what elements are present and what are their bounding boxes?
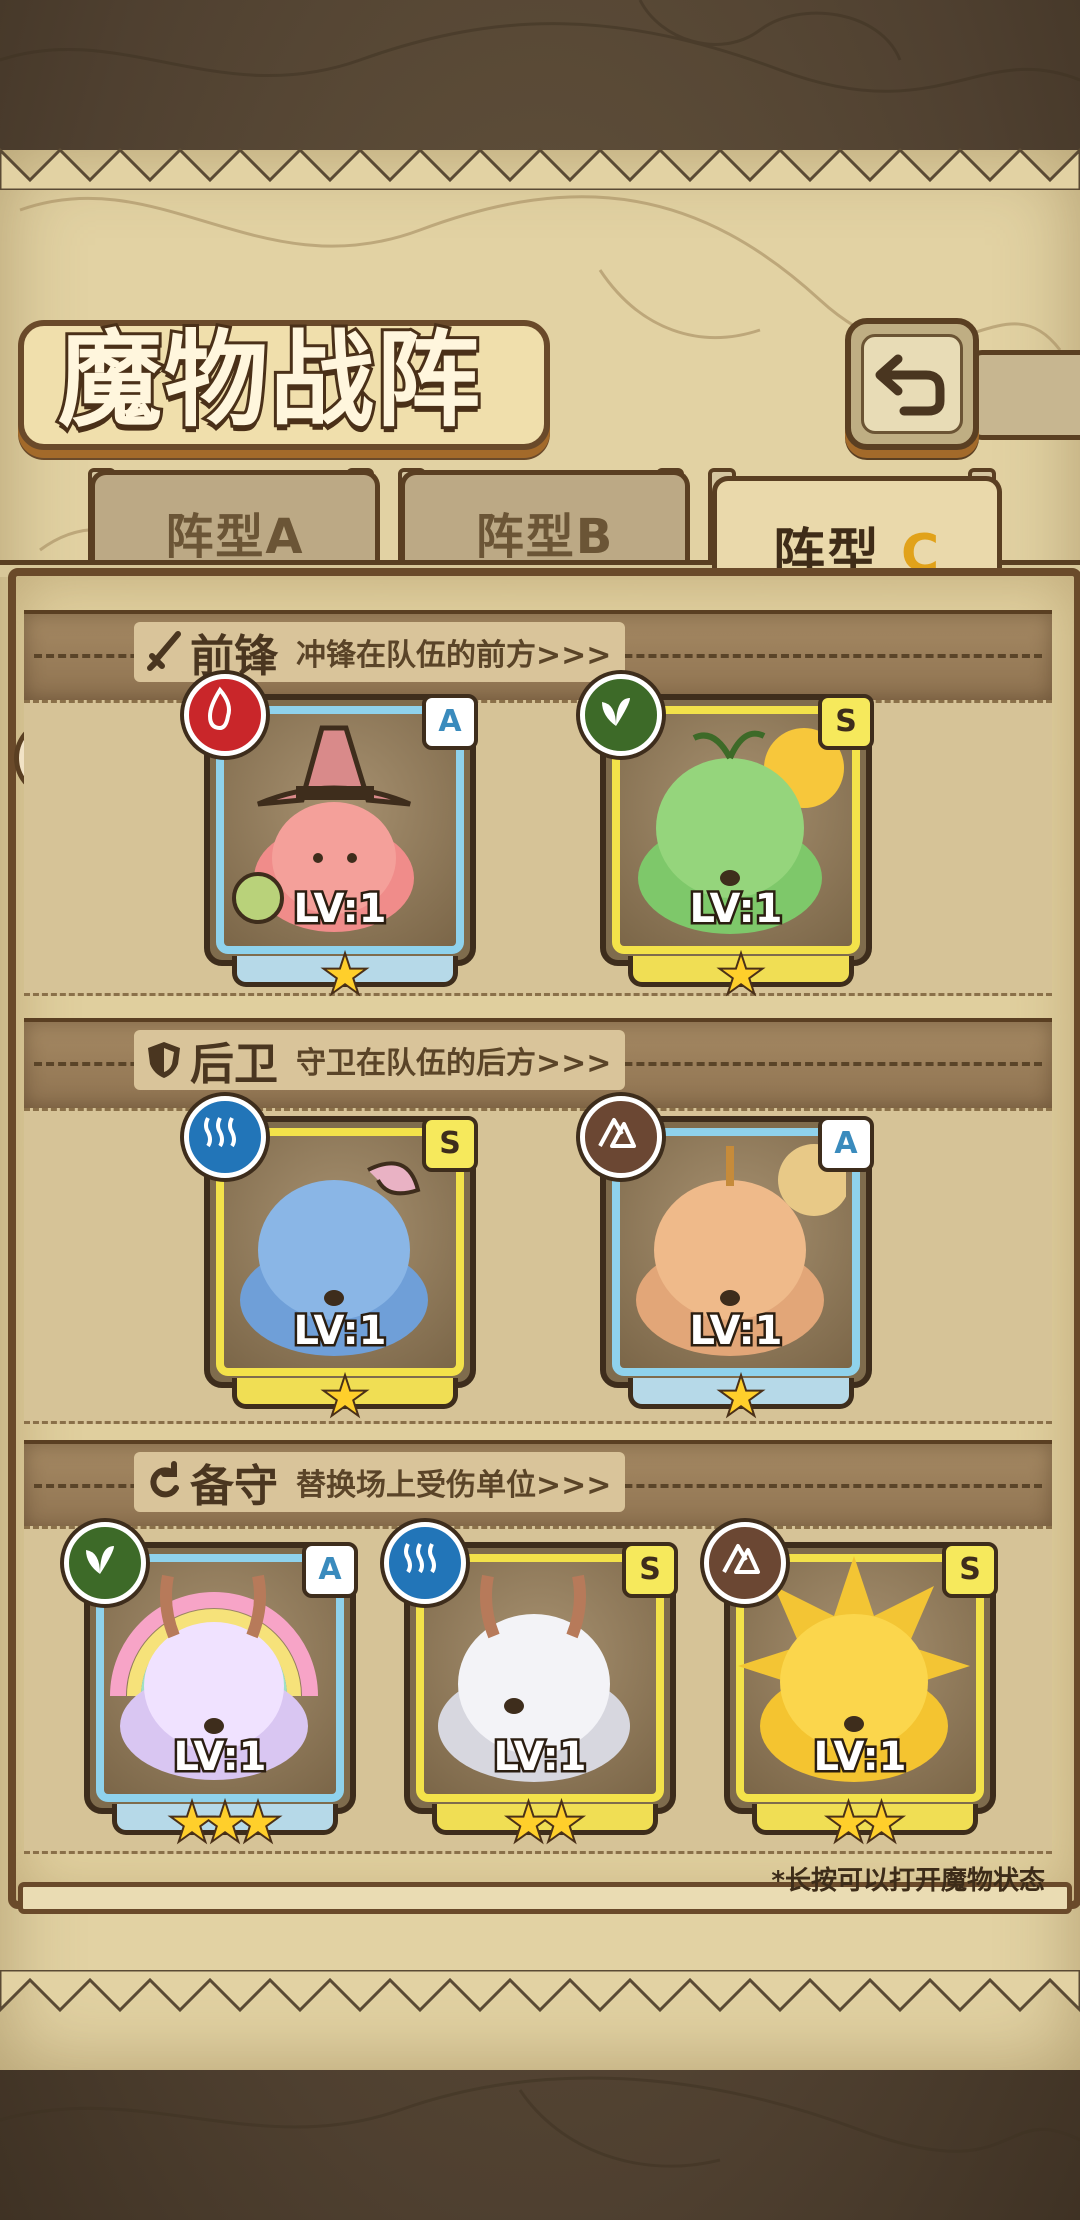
monster-card-reserve-3[interactable]: S LV:1 ★★ [704, 1522, 998, 1850]
grade-badge: A [422, 694, 478, 750]
level-label: LV:1 [687, 884, 785, 935]
earth-icon [704, 1522, 786, 1604]
star-rating: ★ [321, 1369, 368, 1425]
monster-card-front-2[interactable]: S LV:1 ★ [580, 674, 874, 1002]
level-label: LV:1 [687, 1306, 785, 1357]
monster-card-back-2[interactable]: A LV:1 ★ [580, 1096, 874, 1424]
fire-icon [184, 674, 266, 756]
section-description: 守卫在队伍的后方>>> [296, 1046, 612, 1081]
star-rating: ★ [717, 947, 764, 1003]
monster-card-front-1[interactable]: A LV:1 ★ [184, 674, 478, 1002]
grade-badge: A [818, 1116, 874, 1172]
section-description: 替换场上受伤单位>>> [296, 1468, 612, 1503]
level-label: LV:1 [291, 884, 389, 935]
grade-badge: S [622, 1542, 678, 1598]
earth-icon [580, 1096, 662, 1178]
section-title: 备守 [190, 1461, 278, 1512]
parchment-torn-edge-top [0, 147, 1080, 190]
tab-label: 阵型B [475, 509, 615, 565]
water-icon [184, 1096, 266, 1178]
leaf-icon [580, 674, 662, 756]
grade-badge: S [942, 1542, 998, 1598]
slot-row-front [24, 700, 1052, 996]
slot-row-back [24, 1108, 1052, 1424]
level-label: LV:1 [491, 1732, 589, 1783]
monster-card-reserve-2[interactable]: S LV:1 ★★ [384, 1522, 678, 1850]
sword-icon [147, 631, 181, 671]
section-header-reserve: 备守 替换场上受伤单位>>> [134, 1452, 626, 1512]
shield-icon [148, 1042, 180, 1078]
leaf-icon [64, 1522, 146, 1604]
star-rating: ★ [321, 947, 368, 1003]
star-rating: ★ [717, 1369, 764, 1425]
page-title: 魔物战阵 [55, 315, 483, 444]
back-button[interactable] [845, 318, 979, 450]
section-header-back: 后卫 守卫在队伍的后方>>> [134, 1030, 626, 1090]
section-title: 后卫 [190, 1039, 278, 1090]
level-label: LV:1 [171, 1732, 269, 1783]
level-label: LV:1 [811, 1732, 909, 1783]
level-label: LV:1 [291, 1306, 389, 1357]
star-rating: ★★ [505, 1795, 585, 1851]
monster-card-back-1[interactable]: S LV:1 ★ [184, 1096, 478, 1424]
tab-formation-a[interactable]: 阵型A [90, 470, 380, 567]
grade-badge: S [818, 694, 874, 750]
return-arrow-icon [875, 354, 945, 416]
monster-card-reserve-1[interactable]: A LV:1 ★★★ [64, 1522, 358, 1850]
grade-badge: A [302, 1542, 358, 1598]
tab-formation-b[interactable]: 阵型B [400, 470, 690, 567]
long-press-hint: *长按可以打开魔物状态 [771, 1866, 1045, 1896]
parchment-torn-edge-bottom [0, 1970, 1080, 2013]
swap-icon [150, 1461, 179, 1498]
back-button-face [861, 334, 963, 434]
section-description: 冲锋在队伍的前方>>> [296, 638, 612, 673]
back-button-rail [970, 350, 1080, 440]
star-rating: ★★★ [168, 1795, 281, 1851]
section-header-front: 前锋 冲锋在队伍的前方>>> [134, 622, 626, 682]
star-rating: ★★ [825, 1795, 905, 1851]
grade-badge: S [422, 1116, 478, 1172]
water-icon [384, 1522, 466, 1604]
screen: 魔物战阵 阵型A 阵型B 阵型 C 前锋 冲锋在队伍的前方>>> 后卫 守卫在队… [0, 0, 1080, 2220]
tab-label: 阵型A [165, 509, 305, 565]
